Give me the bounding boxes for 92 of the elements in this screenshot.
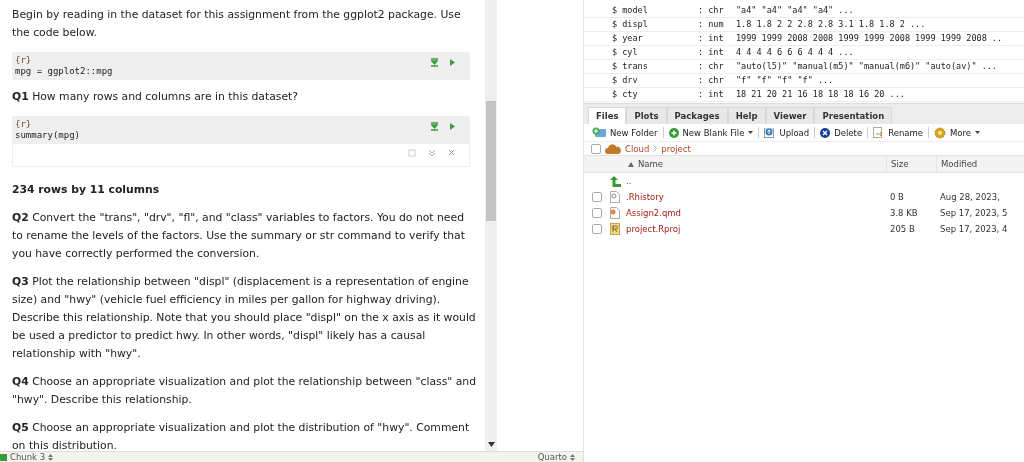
stepper-icon[interactable] [48, 453, 54, 461]
delete-icon [820, 127, 831, 138]
breadcrumb-link[interactable]: Cloud [625, 143, 650, 154]
code-chunk[interactable]: {r} summary(mpg) [12, 116, 470, 144]
variable-type: : num [698, 19, 725, 30]
column-header[interactable]: Modified [936, 156, 1024, 172]
column-header[interactable]: Size [886, 156, 936, 172]
pane-tab[interactable]: Help [727, 107, 766, 124]
scrollbar[interactable] [485, 0, 497, 451]
run-chunk-icon[interactable] [449, 122, 456, 131]
scrollbar-thumb[interactable] [486, 101, 496, 221]
paragraph: Q2 Convert the "trans", "drv", "fl", and "class" variables to factors. You do not need to rename the levels of the factors. Use the summary or str command to verify that you have correctly performed the conversion. [12, 210, 466, 262]
up-arrow-icon [610, 175, 621, 187]
project-icon [610, 223, 620, 235]
toolbar-button[interactable]: New Folder [590, 127, 660, 138]
file-size: 0 B [889, 192, 905, 202]
pane-tab[interactable]: Viewer [765, 107, 815, 124]
variable-values: 1999 1999 2008 2008 1999 1999 2008 1999 1999 2008 .. [736, 33, 1003, 44]
file-modified: Sep 17, 2023, 5 [939, 208, 1009, 218]
select-all-checkbox[interactable] [591, 143, 601, 154]
paragraph: Q4 Choose an appropriate visualization and plot the relationship between "class" and "hwy". Describe this relationship. [12, 374, 478, 408]
file-modified: Sep 17, 2023, 4 [939, 224, 1009, 234]
variable-type: : int [698, 33, 725, 44]
toolbar-button[interactable]: More [932, 126, 983, 139]
variable-type: : int [698, 89, 725, 100]
file-modified: Aug 28, 2023, [939, 192, 1001, 202]
paragraph: Q5 Choose an appropriate visualization and plot the distribution of "hwy". Comment on this distribution. [12, 420, 471, 453]
chunk-label[interactable]: Chunk 3 [10, 452, 46, 462]
toolbar-button[interactable]: New Blank File [666, 127, 756, 138]
variable-type: : chr [698, 5, 725, 16]
variable-name: $ year [611, 33, 644, 44]
code-line: summary(mpg) [15, 130, 81, 141]
variable-name: $ model [611, 5, 649, 16]
breadcrumb-link[interactable]: project [661, 143, 691, 154]
variable-values: 18 21 20 21 16 18 18 18 16 20 ... [736, 89, 905, 100]
parent-folder-link[interactable]: .. [624, 176, 886, 186]
collapse-icon[interactable] [428, 149, 436, 157]
variable-name: $ displ [611, 19, 649, 30]
file-size: 3.8 KB [889, 208, 919, 218]
close-icon[interactable] [448, 149, 455, 156]
paragraph: Q1 How many rows and columns are in this dataset? [12, 89, 299, 105]
variable-type: : chr [698, 61, 725, 72]
variable-values: 4 4 4 4 6 6 6 4 4 4 ... [736, 47, 854, 58]
cloud-icon [605, 143, 621, 154]
chunk-icon [0, 453, 7, 461]
chunk-header: {r} [15, 55, 33, 66]
file-size: 205 B [889, 224, 916, 234]
pane-tab[interactable]: Presentation [814, 107, 893, 124]
toolbar-button[interactable]: Upload [762, 127, 812, 138]
pane-tab[interactable]: Plots [626, 107, 667, 124]
row-checkbox[interactable] [592, 192, 602, 202]
pane-tab[interactable]: Files [588, 107, 627, 124]
rename-icon [873, 127, 885, 138]
paragraph: Begin by reading in the dataset for this assignment from the ggplot2 package. Use the code below. [12, 7, 462, 41]
variable-type: : chr [698, 75, 725, 86]
run-previous-icon[interactable] [430, 122, 439, 131]
answer-text: 234 rows by 11 columns [12, 182, 161, 198]
chunk-header: {r} [15, 119, 33, 130]
run-previous-icon[interactable] [430, 58, 439, 67]
toolbar-button[interactable]: Rename [871, 127, 925, 138]
variable-name: $ trans [611, 61, 649, 72]
file-link[interactable]: project.Rproj [624, 224, 886, 234]
file-link[interactable]: Assign2.qmd [624, 208, 886, 218]
stepper-icon[interactable] [570, 453, 575, 461]
sort-up-icon [628, 161, 634, 167]
code-line: mpg = ggplot2::mpg [15, 66, 113, 77]
gear-icon [934, 126, 946, 139]
variable-name: $ cyl [611, 47, 639, 58]
scroll-down-icon[interactable] [488, 442, 495, 447]
file-link[interactable]: .Rhistory [624, 192, 886, 202]
code-chunk[interactable]: {r} mpg = ggplot2::mpg [12, 52, 470, 80]
run-chunk-icon[interactable] [449, 58, 456, 67]
variable-name: $ drv [611, 75, 639, 86]
chevron-icon [653, 145, 658, 152]
variable-type: : int [698, 47, 725, 58]
paragraph: Q3 Plot the relationship between "displ" (displacement is a representation of engine size) and "hwy" (vehicle fuel efficiency in miles per gallon for highway driving). Describe this relationship. Note that you should place "displ" on the x axis as it would be used a predictor to predict hwy. In other words, "displ" likely has a causal relationship with "hwy". [12, 274, 477, 362]
row-checkbox[interactable] [592, 208, 602, 218]
document-icon [610, 191, 620, 203]
variable-values: "auto(l5)" "manual(m5)" "manual(m6)" "auto(av)" ... [736, 61, 997, 72]
document-icon [610, 207, 620, 219]
variable-values: 1.8 1.8 2 2 2.8 2.8 3.1 1.8 1.8 2 ... [736, 19, 926, 30]
variable-values: "f" "f" "f" "f" ... [736, 75, 834, 86]
variable-values: "a4" "a4" "a4" "a4" ... [736, 5, 854, 16]
folder-plus-icon [592, 127, 606, 138]
document-type-label[interactable]: Quarto [537, 452, 567, 462]
pane-tab[interactable]: Packages [666, 107, 728, 124]
toolbar-button[interactable]: Delete [818, 127, 865, 138]
variable-name: $ cty [611, 89, 639, 100]
row-checkbox[interactable] [592, 224, 602, 234]
upload-icon [764, 127, 776, 138]
column-header[interactable]: Name [624, 156, 886, 172]
plus-circle-icon [668, 127, 679, 138]
